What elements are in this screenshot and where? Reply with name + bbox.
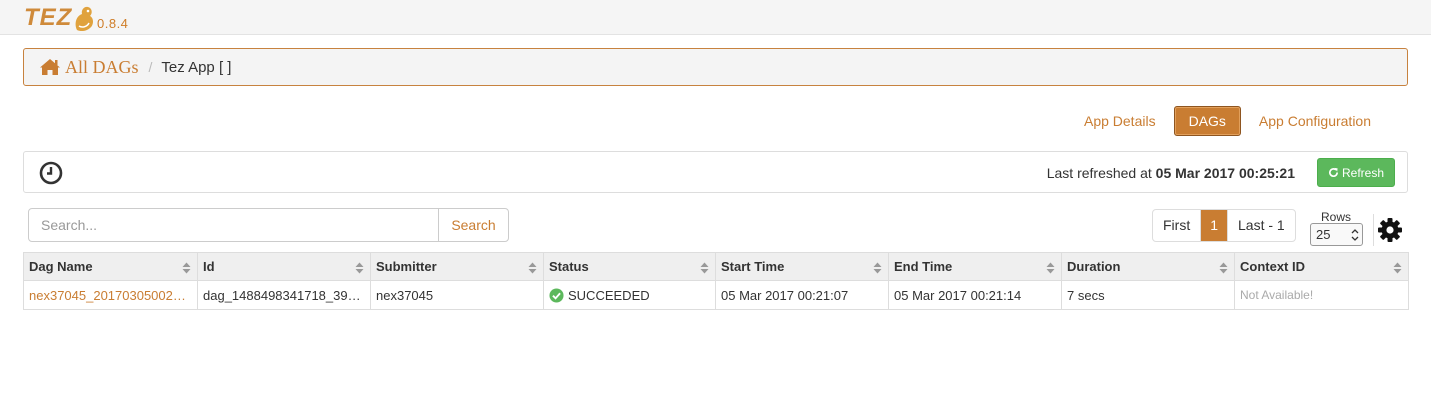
column-header-submitter[interactable]: Submitter [370,252,544,281]
column-header-start-time[interactable]: Start Time [715,252,889,281]
column-header-label: Duration [1067,259,1121,274]
column-header-id[interactable]: Id [197,252,371,281]
tab-app-configuration[interactable]: App Configuration [1245,107,1385,135]
last-refreshed-text: Last refreshed at 05 Mar 2017 00:25:21 [1047,165,1295,181]
home-icon[interactable] [39,58,61,76]
column-header-context-id[interactable]: Context ID [1234,252,1409,281]
tez-mascot-icon [75,6,94,32]
rows-per-page-select[interactable]: 25 [1310,223,1363,246]
tez-logo[interactable]: TEZ [24,2,95,32]
dags-table: Dag Name Id Submitter Status Start Time … [23,252,1409,310]
breadcrumb-all-dags-link[interactable]: All DAGs [65,57,139,78]
sort-icon[interactable] [1046,262,1055,274]
column-header-status[interactable]: Status [543,252,716,281]
start-time-cell: 05 Mar 2017 00:21:07 [715,280,889,310]
refresh-button-label: Refresh [1341,165,1385,180]
pagination: First 1 Last - 1 [1152,209,1296,242]
spinner-arrows-icon [1351,229,1359,241]
rows-label: Rows [1321,210,1352,224]
dag-id-cell: dag_1488498341718_3902_1 [197,280,371,310]
rows-per-page-value: 25 [1316,227,1331,242]
sort-icon[interactable] [1393,262,1402,274]
app-tabs: App Details DAGs App Configuration [1070,106,1385,136]
column-header-label: Dag Name [29,259,93,274]
top-navbar: TEZ 0.8.4 [0,0,1431,35]
breadcrumb: All DAGs / Tez App [ ] [23,48,1408,86]
column-header-label: Start Time [721,259,785,274]
sort-icon[interactable] [355,262,364,274]
tab-app-details[interactable]: App Details [1070,107,1170,135]
last-refreshed-label: Last refreshed at [1046,165,1152,181]
search-button[interactable]: Search [438,208,509,242]
last-refreshed-timestamp: 05 Mar 2017 00:25:21 [1155,165,1295,181]
status-cell: SUCCEEDED [543,280,716,310]
column-header-label: Submitter [376,259,437,274]
duration-cell: 7 secs [1061,280,1235,310]
page-first-button[interactable]: First [1153,210,1202,241]
toolbar-divider [1373,214,1374,246]
search-input[interactable] [28,208,439,242]
column-header-label: Id [203,259,215,274]
refresh-panel: Last refreshed at 05 Mar 2017 00:25:21 R… [23,151,1408,193]
gear-icon[interactable] [1377,217,1403,243]
page-last-button[interactable]: Last - 1 [1228,210,1295,241]
tab-dags[interactable]: DAGs [1173,106,1241,136]
app-version: 0.8.4 [97,16,129,31]
clock-icon[interactable] [39,161,63,185]
sort-icon[interactable] [700,262,709,274]
context-id-cell: Not Available! [1234,280,1409,310]
column-header-end-time[interactable]: End Time [888,252,1062,281]
submitter-cell: nex37045 [370,280,544,310]
column-header-duration[interactable]: Duration [1061,252,1235,281]
breadcrumb-current: Tez App [ ] [161,58,232,76]
column-header-label: Status [549,259,589,274]
logo-text: TEZ [24,4,73,31]
table-row: nex37045_20170305002023_6cd3e7a5 dag_148… [23,280,1409,310]
sort-icon[interactable] [1219,262,1228,274]
column-header-label: End Time [894,259,953,274]
breadcrumb-separator: / [148,59,153,75]
sort-icon[interactable] [182,262,191,274]
column-header-label: Context ID [1240,259,1305,274]
sort-icon[interactable] [873,262,882,274]
check-circle-icon [549,287,564,303]
status-text: SUCCEEDED [568,287,650,303]
sort-icon[interactable] [528,262,537,274]
refresh-button[interactable]: Refresh [1317,158,1395,187]
table-header-row: Dag Name Id Submitter Status Start Time … [23,252,1409,281]
column-header-dag-name[interactable]: Dag Name [23,252,198,281]
dag-name-link[interactable]: nex37045_20170305002023_6cd3e7a5 [23,280,198,310]
refresh-icon [1329,167,1338,178]
page-current-button[interactable]: 1 [1201,210,1229,241]
end-time-cell: 05 Mar 2017 00:21:14 [888,280,1062,310]
